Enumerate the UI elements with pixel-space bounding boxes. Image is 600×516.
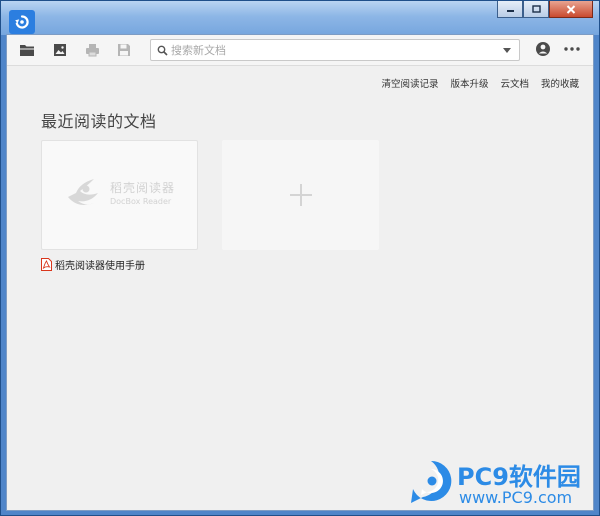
- clear-history-link[interactable]: 清空阅读记录: [381, 76, 438, 90]
- pc9-watermark: PC9软件园 www.PC9.com: [405, 455, 595, 510]
- docbox-logo-icon: [68, 179, 98, 205]
- maximize-button[interactable]: [523, 1, 549, 18]
- plus-icon: [290, 184, 312, 206]
- minimize-icon: [506, 10, 514, 12]
- print-icon[interactable]: [84, 42, 100, 58]
- close-icon: [566, 4, 576, 14]
- more-options-icon[interactable]: [563, 41, 581, 57]
- page-title: 最近阅读的文档: [41, 112, 157, 131]
- thumbnail-brand-en: DocBox Reader: [110, 197, 172, 206]
- search-box[interactable]: [150, 39, 520, 61]
- favorites-link[interactable]: 我的收藏: [541, 76, 579, 90]
- main-content: 清空阅读记录 版本升级 云文档 我的收藏 最近阅读的文档 稻壳阅读器 DocBo…: [6, 34, 594, 511]
- open-folder-icon[interactable]: [19, 42, 35, 58]
- close-button[interactable]: [549, 1, 593, 18]
- toolbar: [7, 35, 593, 66]
- minimize-button[interactable]: [497, 1, 523, 18]
- chevron-down-icon[interactable]: [503, 48, 511, 53]
- recent-doc-card[interactable]: 稻壳阅读器 DocBox Reader: [41, 140, 198, 250]
- save-icon[interactable]: [116, 42, 132, 58]
- watermark-url: www.PC9.com: [459, 488, 573, 507]
- app-logo-icon[interactable]: [9, 10, 35, 34]
- app-window: 清空阅读记录 版本升级 云文档 我的收藏 最近阅读的文档 稻壳阅读器 DocBo…: [0, 0, 600, 516]
- upgrade-link[interactable]: 版本升级: [450, 76, 488, 90]
- recent-doc-name: 稻壳阅读器使用手册: [55, 261, 145, 272]
- top-links: 清空阅读记录 版本升级 云文档 我的收藏: [381, 76, 579, 90]
- watermark-brand: PC9软件园: [457, 463, 581, 491]
- pc9-logo-icon: [411, 460, 452, 503]
- search-input[interactable]: [171, 42, 491, 58]
- cloud-docs-link[interactable]: 云文档: [500, 76, 529, 90]
- search-icon: [157, 45, 168, 56]
- title-bar[interactable]: [1, 1, 599, 35]
- pdf-icon: [41, 258, 52, 271]
- user-account-icon[interactable]: [535, 41, 551, 57]
- add-document-card[interactable]: [222, 140, 379, 250]
- image-icon[interactable]: [52, 42, 68, 58]
- recent-doc-title[interactable]: 稻壳阅读器使用手册: [41, 257, 145, 272]
- thumbnail-brand-text: 稻壳阅读器: [110, 181, 176, 195]
- maximize-icon: [531, 5, 541, 13]
